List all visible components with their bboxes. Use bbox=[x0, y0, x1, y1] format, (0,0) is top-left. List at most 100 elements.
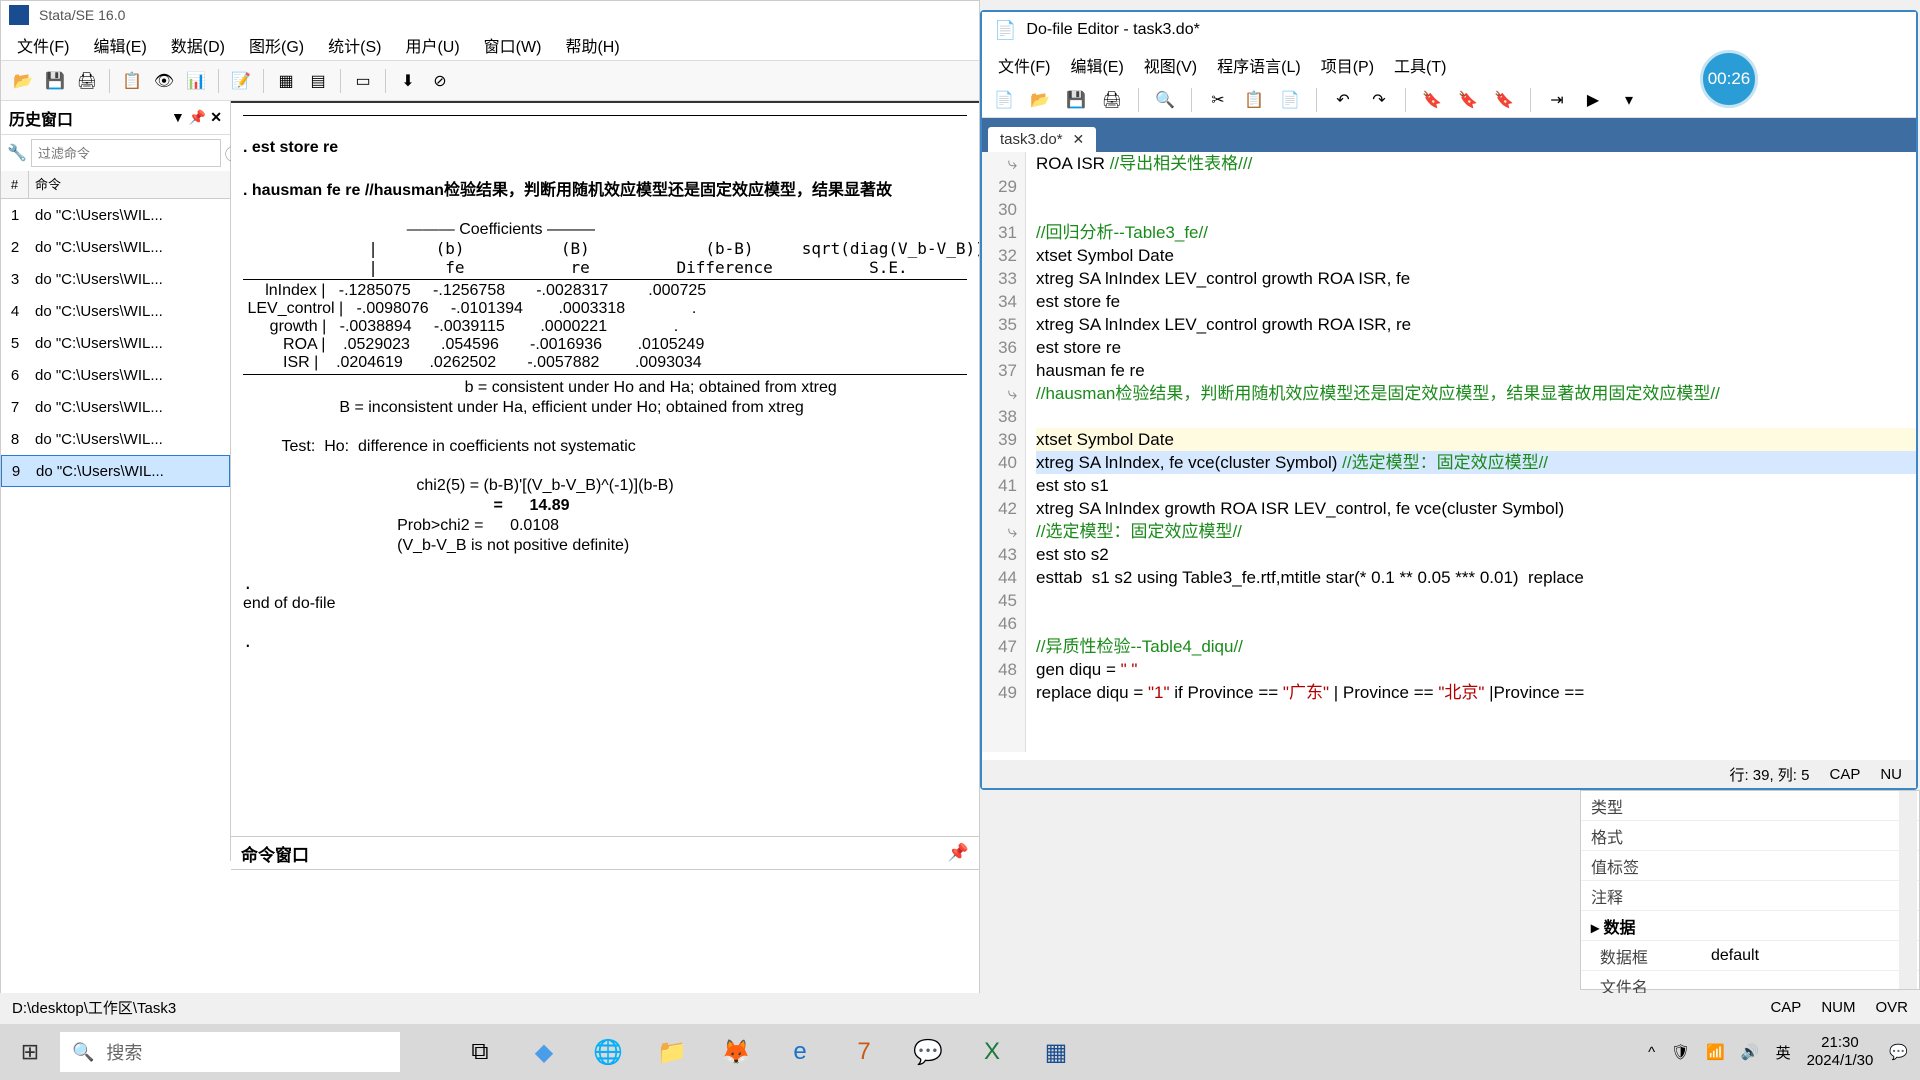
menu-edit[interactable]: 编辑(E) bbox=[1060, 49, 1133, 81]
history-row[interactable]: 6do "C:\Users\WIL... bbox=[1, 359, 230, 391]
results-panel[interactable]: . est store re . hausman fe re //hausman… bbox=[231, 101, 979, 801]
history-row[interactable]: 4do "C:\Users\WIL... bbox=[1, 295, 230, 327]
bookmark-prev-icon[interactable]: 🔖 bbox=[1490, 86, 1518, 114]
view-icon[interactable]: 👁 bbox=[150, 67, 178, 95]
execute-icon[interactable]: ▶ bbox=[1579, 86, 1607, 114]
property-row[interactable]: 注释 bbox=[1581, 881, 1919, 911]
history-row[interactable]: 3do "C:\Users\WIL... bbox=[1, 263, 230, 295]
menu-edit[interactable]: 编辑(E) bbox=[81, 29, 158, 61]
property-row[interactable]: 数据框default bbox=[1581, 941, 1919, 971]
log-icon[interactable]: 📋 bbox=[118, 67, 146, 95]
history-row[interactable]: 7do "C:\Users\WIL... bbox=[1, 391, 230, 423]
chrome-icon[interactable]: 🌐 bbox=[588, 1032, 628, 1072]
data-browser-icon[interactable]: ▤ bbox=[304, 67, 332, 95]
history-col-num[interactable]: # bbox=[1, 171, 29, 198]
break-icon[interactable]: ⊘ bbox=[426, 67, 454, 95]
task-view-icon[interactable]: ⧉ bbox=[460, 1032, 500, 1072]
redo-icon[interactable]: ↷ bbox=[1365, 86, 1393, 114]
history-list: 1do "C:\Users\WIL...2do "C:\Users\WIL...… bbox=[1, 199, 230, 487]
tray-chevron-icon[interactable]: ^ bbox=[1648, 1044, 1655, 1061]
windows-taskbar: ⊞ 🔍 搜索 ⧉ ◆ 🌐 📁 🦊 e 7 💬 X ▦ ^ 🛡 📶 🔊 英 21:… bbox=[0, 1024, 1920, 1080]
copy-icon[interactable]: 📋 bbox=[1240, 86, 1268, 114]
pin-icon[interactable]: 📌 bbox=[948, 843, 969, 863]
stata-main-window: Stata/SE 16.0 文件(F) 编辑(E) 数据(D) 图形(G) 统计… bbox=[0, 0, 980, 995]
undo-icon[interactable]: ↶ bbox=[1329, 86, 1357, 114]
bookmark-next-icon[interactable]: 🔖 bbox=[1454, 86, 1482, 114]
shield-icon[interactable]: 🛡 bbox=[1671, 1043, 1690, 1061]
variables-icon[interactable]: ▭ bbox=[349, 67, 377, 95]
menu-view[interactable]: 视图(V) bbox=[1134, 49, 1207, 81]
menu-graphics[interactable]: 图形(G) bbox=[237, 29, 316, 61]
history-col-cmd[interactable]: 命令 bbox=[29, 171, 230, 198]
close-icon[interactable]: ✕ bbox=[210, 109, 222, 126]
filter-input[interactable] bbox=[31, 139, 221, 167]
save-icon[interactable]: 💾 bbox=[1062, 86, 1090, 114]
property-row[interactable]: 值标签 bbox=[1581, 851, 1919, 881]
code-editor[interactable]: ⤷293031323334353637⤷3839404142⤷434445464… bbox=[982, 152, 1916, 752]
wrench-icon[interactable]: 🔧 bbox=[7, 143, 27, 163]
history-row[interactable]: 8do "C:\Users\WIL... bbox=[1, 423, 230, 455]
notifications-icon[interactable]: 💬 bbox=[1889, 1043, 1908, 1061]
bookmark-icon[interactable]: 🔖 bbox=[1418, 86, 1446, 114]
timer-bubble[interactable]: 00:26 bbox=[1700, 50, 1758, 108]
taskbar-search[interactable]: 🔍 搜索 bbox=[60, 1032, 400, 1072]
stata-toolbar: 📂 💾 🖨 📋 👁 📊 📝 ▦ ▤ ▭ ⬇ ⊘ bbox=[1, 61, 979, 101]
dofile-editor-window: 📄 Do-file Editor - task3.do* 文件(F) 编辑(E)… bbox=[980, 10, 1918, 790]
wifi-icon[interactable]: 📶 bbox=[1706, 1043, 1725, 1061]
num-indicator: NUM bbox=[1821, 999, 1855, 1016]
command-input[interactable] bbox=[231, 869, 979, 949]
wechat-icon[interactable]: 💬 bbox=[908, 1032, 948, 1072]
menu-help[interactable]: 帮助(H) bbox=[553, 29, 631, 61]
stata-icon[interactable]: ▦ bbox=[1036, 1032, 1076, 1072]
status-path: D:\desktop\工作区\Task3 bbox=[12, 997, 176, 1018]
volume-icon[interactable]: 🔊 bbox=[1741, 1043, 1760, 1061]
dofile-icon[interactable]: 📝 bbox=[227, 67, 255, 95]
save-icon[interactable]: 💾 bbox=[41, 67, 69, 95]
open-icon[interactable]: 📂 bbox=[1026, 86, 1054, 114]
excel-icon[interactable]: X bbox=[972, 1032, 1012, 1072]
scrollbar[interactable] bbox=[1899, 791, 1917, 989]
menu-statistics[interactable]: 统计(S) bbox=[316, 29, 393, 61]
dofile-toolbar: 📄 📂 💾 🖨 🔍 ✂ 📋 📄 ↶ ↷ 🔖 🔖 🔖 ⇥ ▶ ▾ bbox=[982, 82, 1916, 118]
7zip-icon[interactable]: 7 bbox=[844, 1032, 884, 1072]
menu-language[interactable]: 程序语言(L) bbox=[1207, 49, 1311, 81]
tab-task3[interactable]: task3.do* ✕ bbox=[988, 127, 1096, 152]
menu-window[interactable]: 窗口(W) bbox=[472, 29, 554, 61]
start-button[interactable]: ⊞ bbox=[0, 1024, 60, 1080]
cap-indicator: CAP bbox=[1770, 999, 1801, 1016]
firefox-icon[interactable]: 🦊 bbox=[716, 1032, 756, 1072]
ime-indicator[interactable]: 英 bbox=[1776, 1042, 1791, 1063]
graph-icon[interactable]: 📊 bbox=[182, 67, 210, 95]
paste-icon[interactable]: 📄 bbox=[1276, 86, 1304, 114]
property-group[interactable]: ▸ 数据 bbox=[1581, 911, 1919, 941]
property-row[interactable]: 类型 bbox=[1581, 791, 1919, 821]
filter-icon[interactable]: ▼ bbox=[171, 109, 185, 126]
new-icon[interactable]: 📄 bbox=[990, 86, 1018, 114]
pin-icon[interactable]: 📌 bbox=[189, 109, 206, 126]
edge-icon[interactable]: e bbox=[780, 1032, 820, 1072]
close-icon[interactable]: ✕ bbox=[1073, 131, 1085, 148]
property-row[interactable]: 格式 bbox=[1581, 821, 1919, 851]
indent-icon[interactable]: ⇥ bbox=[1543, 86, 1571, 114]
menu-file[interactable]: 文件(F) bbox=[988, 49, 1060, 81]
cut-icon[interactable]: ✂ bbox=[1204, 86, 1232, 114]
menu-tools[interactable]: 工具(T) bbox=[1384, 49, 1456, 81]
search-icon[interactable]: 🔍 bbox=[1151, 86, 1179, 114]
history-row[interactable]: 2do "C:\Users\WIL... bbox=[1, 231, 230, 263]
app-icon[interactable]: ◆ bbox=[524, 1032, 564, 1072]
dropdown-icon[interactable]: ▾ bbox=[1615, 86, 1643, 114]
more-icon[interactable]: ⬇ bbox=[394, 67, 422, 95]
history-row[interactable]: 5do "C:\Users\WIL... bbox=[1, 327, 230, 359]
print-icon[interactable]: 🖨 bbox=[73, 67, 101, 95]
file-explorer-icon[interactable]: 📁 bbox=[652, 1032, 692, 1072]
data-editor-icon[interactable]: ▦ bbox=[272, 67, 300, 95]
open-icon[interactable]: 📂 bbox=[9, 67, 37, 95]
menu-user[interactable]: 用户(U) bbox=[393, 29, 471, 61]
taskbar-clock[interactable]: 21:30 2024/1/30 bbox=[1807, 1034, 1874, 1070]
history-row[interactable]: 9do "C:\Users\WIL... bbox=[1, 455, 230, 487]
menu-data[interactable]: 数据(D) bbox=[159, 29, 237, 61]
menu-file[interactable]: 文件(F) bbox=[5, 29, 81, 61]
print-icon[interactable]: 🖨 bbox=[1098, 86, 1126, 114]
menu-project[interactable]: 项目(P) bbox=[1311, 49, 1384, 81]
history-row[interactable]: 1do "C:\Users\WIL... bbox=[1, 199, 230, 231]
